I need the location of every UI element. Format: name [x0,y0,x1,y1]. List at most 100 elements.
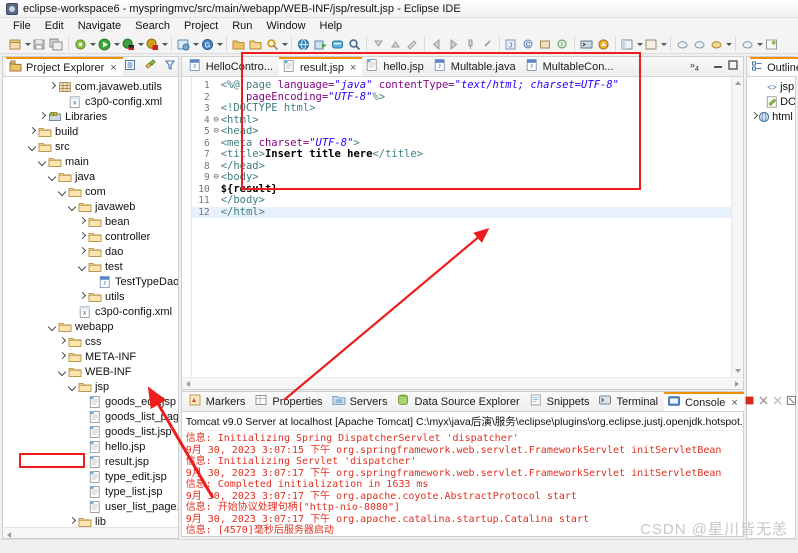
terminal-icon[interactable] [579,37,594,52]
remove-launch-icon[interactable] [758,395,769,409]
bottom-tab-markers[interactable]: Markers [185,392,252,411]
chevron-down-icon[interactable] [47,169,58,184]
menu-item-navigate[interactable]: Navigate [71,18,128,35]
chevron-down-icon[interactable] [57,184,68,199]
tree-item-user-list-page-jsp[interactable]: user_list_page.jsp [3,499,178,514]
open-type-icon[interactable] [231,37,246,52]
remove-all-launches-icon[interactable] [772,395,783,409]
editor-tab-hello-jsp[interactable]: hello.jsp [362,57,429,76]
tree-item-c3p0-config-xml[interactable]: x c3p0-config.xml [3,304,178,319]
deploy-icon[interactable] [313,37,328,52]
previous-annotation-icon[interactable] [388,37,403,52]
bottom-tab-snippets[interactable]: Snippets [526,392,596,411]
run-icon[interactable] [97,37,112,52]
scroll-right-icon[interactable] [735,381,740,387]
scroll-up-icon[interactable] [735,81,742,85]
profile-icon[interactable] [145,37,160,52]
tree-item-com[interactable]: com [3,184,178,199]
new-interface-icon[interactable]: I [555,37,570,52]
save-icon[interactable] [32,37,47,52]
tree-item-meta-inf[interactable]: META-INF [3,349,178,364]
tree-item-result-jsp[interactable]: result.jsp [3,454,178,469]
close-icon[interactable]: × [350,62,356,74]
tree-item-test[interactable]: test [3,259,178,274]
tree-item-jsp[interactable]: jsp [3,379,178,394]
tree-item-type-list-jsp[interactable]: type_list.jsp [3,484,178,499]
chevron-down-icon[interactable] [161,37,168,52]
chevron-down-icon[interactable] [24,37,31,52]
tree-item-libraries[interactable]: Libraries [3,109,178,124]
search-icon[interactable] [265,37,280,52]
tree-item-com-javaweb-utils[interactable]: com.javaweb.utils [3,79,178,94]
tree-item-web-inf[interactable]: WEB-INF [3,364,178,379]
sync-perspective-icon[interactable] [740,37,755,52]
outline-item-html[interactable]: html [747,109,795,124]
chevron-right-icon[interactable] [57,334,68,349]
close-icon[interactable]: × [110,62,116,74]
perspective-icon[interactable] [620,37,635,52]
chevron-down-icon[interactable] [57,364,68,379]
next-annotation-icon[interactable] [371,37,386,52]
tree-item-src[interactable]: src [3,139,178,154]
collapse-all-icon[interactable] [124,59,139,74]
tree-item-javaweb[interactable]: javaweb [3,199,178,214]
chevron-down-icon[interactable] [77,259,88,274]
pin-icon[interactable] [463,37,478,52]
web-browser-icon[interactable] [296,37,311,52]
chevron-down-icon[interactable] [67,199,78,214]
code-line[interactable]: 12 </html> [191,206,732,218]
code-line[interactable]: 7 <title>Insert title here</title> [192,148,731,161]
editor-gutter[interactable] [181,77,192,377]
new-class-icon[interactable]: C [521,37,536,52]
chevron-down-icon[interactable] [137,37,144,52]
link-with-editor-icon[interactable] [144,59,159,74]
chevron-down-icon[interactable] [281,37,288,52]
bottom-tab-servers[interactable]: Servers [329,392,394,411]
editor-hscrollbar[interactable] [181,377,744,389]
tree-item-lib[interactable]: lib [3,514,178,527]
chevron-right-icon[interactable] [37,109,48,124]
chevron-right-icon[interactable] [47,79,58,94]
chevron-down-icon[interactable] [27,139,38,154]
chevron-right-icon[interactable] [77,289,88,304]
save-all-icon[interactable] [49,37,64,52]
chevron-right-icon[interactable] [77,244,88,259]
tree-item-goods-edit-jsp[interactable]: goods_edit.jsp [3,394,178,409]
menu-item-edit[interactable]: Edit [38,18,71,35]
menu-item-file[interactable]: File [6,18,38,35]
tree-item-webapp[interactable]: webapp [3,319,178,334]
maven-icon[interactable] [596,37,611,52]
editor-tab-hellocontro-[interactable]: J HelloContro... [185,57,279,76]
tree-item-bean[interactable]: bean [3,214,178,229]
clear-console-icon[interactable] [786,395,797,409]
editor-tab-result-jsp[interactable]: result.jsp × [278,57,363,76]
editor-code-area[interactable]: 1 <%@ page language="java" contentType="t… [191,77,732,377]
maximize-icon[interactable] [727,59,739,74]
outline-item-doctype-[interactable]: DOCTYPE: [747,94,795,109]
chevron-right-icon[interactable] [57,349,68,364]
editor-tab-multablecon-[interactable]: J MultableCon... [522,57,620,76]
tree-item-goods-list-page-jsp[interactable]: goods_list_page.jsp [3,409,178,424]
scroll-down-icon[interactable] [735,369,742,373]
chevron-right-icon[interactable] [749,109,757,124]
new-wizard-icon[interactable] [8,37,23,52]
terminate-icon[interactable] [744,395,755,409]
view-filter-icon[interactable] [164,59,179,74]
project-explorer-hscrollbar[interactable] [3,526,178,538]
build-icon[interactable] [73,37,88,52]
chevron-down-icon[interactable] [47,319,58,334]
chevron-down-icon[interactable] [216,37,223,52]
project-explorer-tree[interactable]: com.javaweb.utils x c3p0-config.xml Librari… [3,77,178,527]
chevron-down-icon[interactable] [37,154,48,169]
chevron-down-icon[interactable] [113,37,120,52]
tree-item-c3p0-config-xml[interactable]: x c3p0-config.xml [3,94,178,109]
editor-vscrollbar[interactable] [731,77,744,377]
menu-item-run[interactable]: Run [225,18,259,35]
chevron-right-icon[interactable] [77,229,88,244]
code-line[interactable]: 10 ${result} [192,183,731,196]
external-tools-icon[interactable] [176,37,191,52]
forward-icon[interactable] [446,37,461,52]
tree-item-testtypedao-java[interactable]: JTestTypeDao.java [3,274,178,289]
chevron-right-icon[interactable] [67,514,78,527]
menu-item-help[interactable]: Help [313,18,350,35]
